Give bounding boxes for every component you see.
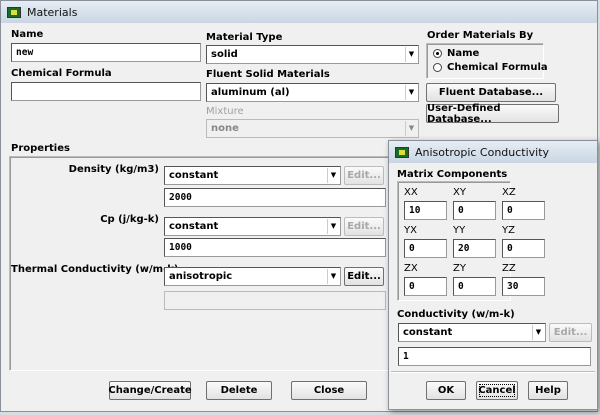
- matrix-label-xx: XX: [404, 187, 418, 198]
- ok-button[interactable]: OK: [426, 381, 466, 400]
- chevron-down-icon: ▼: [405, 85, 417, 100]
- cancel-button[interactable]: Cancel: [476, 381, 518, 400]
- order-radio-formula[interactable]: Chemical Formula: [433, 62, 548, 73]
- name-label: Name: [11, 29, 44, 40]
- matrix-input-yz[interactable]: 0: [502, 239, 545, 258]
- conductivity-label: Conductivity (w/m-k): [397, 309, 515, 320]
- density-method-value: constant: [169, 170, 219, 181]
- matrix-input-zx[interactable]: 0: [404, 277, 447, 296]
- matrix-label-zz: ZZ: [502, 263, 516, 274]
- matrix-label-yy: YY: [453, 225, 466, 236]
- material-type-value: solid: [211, 49, 238, 60]
- density-label: Density (kg/m3): [68, 164, 159, 175]
- material-type-select[interactable]: solid ▼: [206, 45, 419, 64]
- anisotropic-conductivity-dialog: Anisotropic Conductivity Matrix Componen…: [388, 140, 598, 410]
- radio-selected-icon: [433, 49, 442, 58]
- change-create-button[interactable]: Change/Create: [108, 381, 192, 400]
- density-edit-button: Edit...: [344, 166, 384, 185]
- user-defined-database-button[interactable]: User-Defined Database...: [426, 103, 559, 125]
- material-type-label: Material Type: [206, 32, 283, 43]
- dialog-titlebar[interactable]: Anisotropic Conductivity: [389, 141, 597, 163]
- app-icon: [395, 146, 409, 158]
- conductivity-method-value: constant: [403, 327, 453, 338]
- fluent-materials-value: aluminum (al): [211, 87, 290, 98]
- thermal-conductivity-method-value: anisotropic: [169, 271, 233, 282]
- matrix-input-xz[interactable]: 0: [502, 201, 545, 220]
- dialog-title: Anisotropic Conductivity: [415, 145, 550, 159]
- window-title: Materials: [27, 5, 78, 19]
- fluent-database-button[interactable]: Fluent Database...: [426, 83, 556, 102]
- divider: [391, 371, 595, 373]
- thermal-conductivity-edit-button[interactable]: Edit...: [344, 267, 384, 286]
- materials-titlebar[interactable]: Materials: [1, 1, 597, 23]
- app-icon: [7, 6, 21, 18]
- cp-input[interactable]: 1000: [164, 238, 386, 257]
- matrix-label-zy: ZY: [453, 263, 466, 274]
- order-radio-name[interactable]: Name: [433, 48, 479, 59]
- mixture-select: none ▼: [206, 119, 419, 138]
- matrix-components-label: Matrix Components: [397, 169, 508, 180]
- radio-label: Chemical Formula: [447, 62, 548, 73]
- matrix-label-zx: ZX: [404, 263, 418, 274]
- chevron-down-icon: ▼: [405, 47, 417, 62]
- name-input[interactable]: new: [11, 43, 201, 62]
- delete-button[interactable]: Delete: [206, 381, 272, 400]
- matrix-input-zy[interactable]: 0: [453, 277, 496, 296]
- chemical-formula-input[interactable]: [11, 82, 201, 101]
- radio-label: Name: [447, 48, 480, 59]
- chevron-down-icon: ▼: [327, 269, 339, 284]
- fluent-materials-label: Fluent Solid Materials: [206, 69, 330, 80]
- matrix-input-zz[interactable]: 30: [502, 277, 545, 296]
- chevron-down-icon: ▼: [327, 219, 339, 234]
- cp-method-select[interactable]: constant ▼: [164, 217, 341, 236]
- matrix-label-xy: XY: [453, 187, 466, 198]
- chemical-formula-label: Chemical Formula: [11, 68, 112, 79]
- cp-edit-button: Edit...: [344, 217, 384, 236]
- conductivity-edit-button: Edit...: [549, 323, 592, 342]
- matrix-label-xz: XZ: [502, 187, 516, 198]
- chevron-down-icon: ▼: [405, 121, 417, 136]
- matrix-input-yy[interactable]: 20: [453, 239, 496, 258]
- mixture-label: Mixture: [206, 106, 244, 117]
- fluent-materials-select[interactable]: aluminum (al) ▼: [206, 83, 419, 102]
- help-button[interactable]: Help: [528, 381, 568, 400]
- radio-icon: [433, 63, 442, 72]
- mixture-value: none: [211, 123, 239, 134]
- chevron-down-icon: ▼: [327, 168, 339, 183]
- conductivity-method-select[interactable]: constant ▼: [398, 323, 546, 342]
- matrix-input-yx[interactable]: 0: [404, 239, 447, 258]
- properties-label: Properties: [11, 143, 70, 154]
- matrix-input-xx[interactable]: 10: [404, 201, 447, 220]
- density-method-select[interactable]: constant ▼: [164, 166, 341, 185]
- close-button[interactable]: Close: [291, 381, 367, 400]
- conductivity-input[interactable]: 1: [398, 347, 591, 366]
- order-label: Order Materials By: [427, 30, 534, 41]
- matrix-label-yx: YX: [404, 225, 417, 236]
- cp-label: Cp (j/kg-k): [100, 214, 159, 225]
- chevron-down-icon: ▼: [532, 325, 544, 340]
- thermal-conductivity-label: Thermal Conductivity (w/m-k): [11, 264, 179, 275]
- cp-method-value: constant: [169, 221, 219, 232]
- matrix-input-xy[interactable]: 0: [453, 201, 496, 220]
- thermal-conductivity-input: [164, 291, 386, 310]
- matrix-label-yz: YZ: [502, 225, 515, 236]
- thermal-conductivity-method-select[interactable]: anisotropic ▼: [164, 267, 341, 286]
- density-input[interactable]: 2000: [164, 188, 386, 207]
